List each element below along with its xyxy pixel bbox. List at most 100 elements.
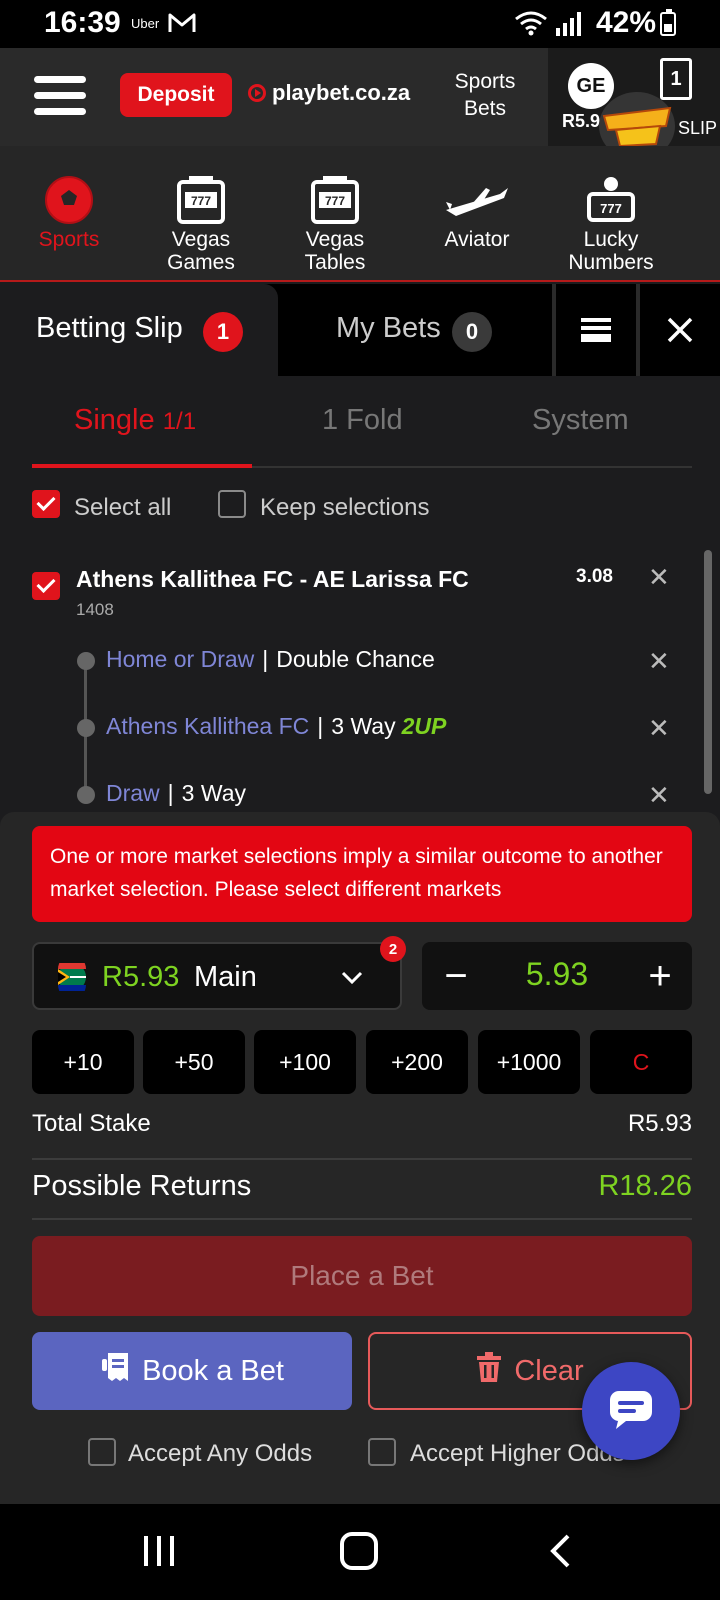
- tab-fold[interactable]: 1 Fold: [322, 404, 403, 437]
- accept-any-odds-checkbox[interactable]: [88, 1438, 116, 1466]
- header-balance: R5.9: [562, 111, 601, 131]
- total-stake-value: R5.93: [627, 1110, 692, 1137]
- slot-machine-icon: 777: [270, 174, 400, 224]
- signal-icon: [556, 12, 582, 41]
- wallet-count-badge: 2: [380, 936, 406, 962]
- nav-sports[interactable]: Sports: [4, 174, 134, 251]
- leg-dot: [77, 719, 95, 737]
- wifi-icon: [514, 10, 548, 41]
- slip-tabs: Betting Slip 1 My Bets 0: [0, 284, 720, 376]
- lucky-numbers-icon: 777: [546, 174, 676, 224]
- slip-scrollbar[interactable]: [704, 550, 712, 794]
- stake-input[interactable]: 5.93: [482, 956, 632, 993]
- android-nav-bar: [0, 1504, 720, 1600]
- deposit-button[interactable]: Deposit: [120, 73, 232, 117]
- book-bet-label: Book a Bet: [142, 1354, 284, 1387]
- quick-stake-1000[interactable]: +1000: [478, 1030, 580, 1094]
- bet-type-tabs: Single 1/1 1 Fold System: [32, 376, 692, 468]
- betslip-label: SLIP: [678, 118, 718, 138]
- remove-selection-icon[interactable]: ✕: [648, 562, 670, 593]
- tab-betting-slip[interactable]: Betting Slip 1: [0, 284, 278, 376]
- svg-text:777: 777: [191, 194, 211, 208]
- chat-icon: [608, 1389, 654, 1434]
- tab-single-label: Single: [74, 404, 155, 436]
- leg-dot: [77, 652, 95, 670]
- chat-button[interactable]: [582, 1362, 680, 1460]
- book-bet-button[interactable]: Book a Bet: [32, 1332, 352, 1410]
- selection-checkbox[interactable]: [32, 572, 60, 600]
- home-icon[interactable]: [340, 1532, 378, 1570]
- nav-vegas-tables[interactable]: 777 Vegas Tables: [270, 174, 400, 274]
- tab-system[interactable]: System: [532, 404, 629, 437]
- logo-text: playbet.co.za: [272, 80, 411, 105]
- decrease-stake-button[interactable]: −: [436, 950, 476, 1002]
- menu-icon[interactable]: [34, 76, 86, 116]
- place-bet-button[interactable]: Place a Bet: [32, 1236, 692, 1316]
- soccer-ball-icon: [4, 174, 134, 224]
- my-bets-count-badge: 0: [452, 312, 492, 352]
- nav-lucky-numbers[interactable]: 777 Lucky Numbers: [546, 174, 676, 274]
- keep-selections-checkbox[interactable]: [218, 490, 246, 518]
- recent-apps-icon[interactable]: [142, 1534, 176, 1573]
- leg-market: 3 Way: [181, 780, 246, 806]
- close-slip-icon[interactable]: [640, 284, 720, 376]
- active-tab-underline: [32, 464, 252, 468]
- sports-bets-link[interactable]: Sports Bets: [440, 68, 530, 122]
- keep-selections-label: Keep selections: [260, 494, 430, 521]
- nav-vegas-games-label-2: Games: [167, 251, 235, 274]
- wallet-name: Main: [194, 961, 257, 993]
- leg-row: Home or Draw | Double Chance: [106, 646, 435, 672]
- sports-bets-line2: Bets: [463, 97, 507, 120]
- nav-vegas-tables-label-1: Vegas: [305, 228, 365, 251]
- tab-betting-slip-label: Betting Slip: [36, 312, 183, 344]
- quick-stake-10[interactable]: +10: [32, 1030, 134, 1094]
- site-logo[interactable]: playbet.co.za: [248, 80, 410, 106]
- total-stake-label: Total Stake: [32, 1110, 151, 1137]
- play-icon: [248, 84, 266, 102]
- nav-aviator[interactable]: Aviator: [412, 174, 542, 251]
- leg-pick: Draw: [106, 780, 160, 806]
- nav-sports-label: Sports: [38, 228, 100, 251]
- remove-leg-icon[interactable]: ✕: [648, 780, 670, 811]
- nav-aviator-label: Aviator: [444, 228, 510, 251]
- accept-higher-odds-label: Accept Higher Odds: [410, 1440, 625, 1467]
- south-africa-flag-icon: [56, 955, 88, 999]
- remove-leg-icon[interactable]: ✕: [648, 646, 670, 677]
- clear-stake-button[interactable]: C: [590, 1030, 692, 1094]
- quick-stake-50[interactable]: +50: [143, 1030, 245, 1094]
- collapse-slip-icon[interactable]: [556, 284, 636, 376]
- select-all-label: Select all: [74, 494, 172, 521]
- clock: 16:39: [44, 6, 121, 39]
- leg-market: Double Chance: [276, 646, 435, 672]
- nav-vegas-games-label-1: Vegas: [171, 228, 231, 251]
- leg-row: Athens Kallithea FC | 3 Way 2UP: [106, 713, 447, 739]
- twoup-badge: 2UP: [401, 713, 447, 739]
- trash-icon: [476, 1352, 502, 1390]
- selection-odds: 3.08: [576, 566, 613, 587]
- quick-stake-100[interactable]: +100: [254, 1030, 356, 1094]
- nav-vegas-games[interactable]: 777 Vegas Games: [136, 174, 266, 274]
- betslip-count: 1: [670, 67, 682, 90]
- svg-text:777: 777: [325, 194, 345, 208]
- leg-dot: [77, 786, 95, 804]
- gmail-icon: [168, 12, 196, 39]
- tab-single[interactable]: Single 1/1: [74, 404, 196, 437]
- increase-stake-button[interactable]: +: [640, 950, 680, 1002]
- app-screen: 16:39 Uber 42% Deposit playbet.co.za Spo…: [0, 0, 720, 1600]
- leg-market: 3 Way: [331, 713, 396, 739]
- leg-pick: Athens Kallithea FC: [106, 713, 310, 739]
- tab-my-bets[interactable]: My Bets 0: [280, 284, 552, 376]
- warning-banner: One or more market selections imply a si…: [32, 826, 692, 922]
- nav-vegas-tables-label-2: Tables: [304, 251, 366, 274]
- remove-leg-icon[interactable]: ✕: [648, 713, 670, 744]
- accept-higher-odds-checkbox[interactable]: [368, 1438, 396, 1466]
- clear-label: Clear: [514, 1354, 584, 1387]
- select-all-checkbox[interactable]: [32, 490, 60, 518]
- betting-slip-count-badge: 1: [203, 312, 243, 352]
- uber-notification: Uber: [131, 16, 160, 31]
- quick-stake-200[interactable]: +200: [366, 1030, 468, 1094]
- tab-single-count: 1/1: [162, 408, 197, 435]
- back-icon[interactable]: [548, 1534, 572, 1573]
- wallet-select[interactable]: R5.93 Main: [32, 942, 402, 1010]
- divider: [32, 1158, 692, 1160]
